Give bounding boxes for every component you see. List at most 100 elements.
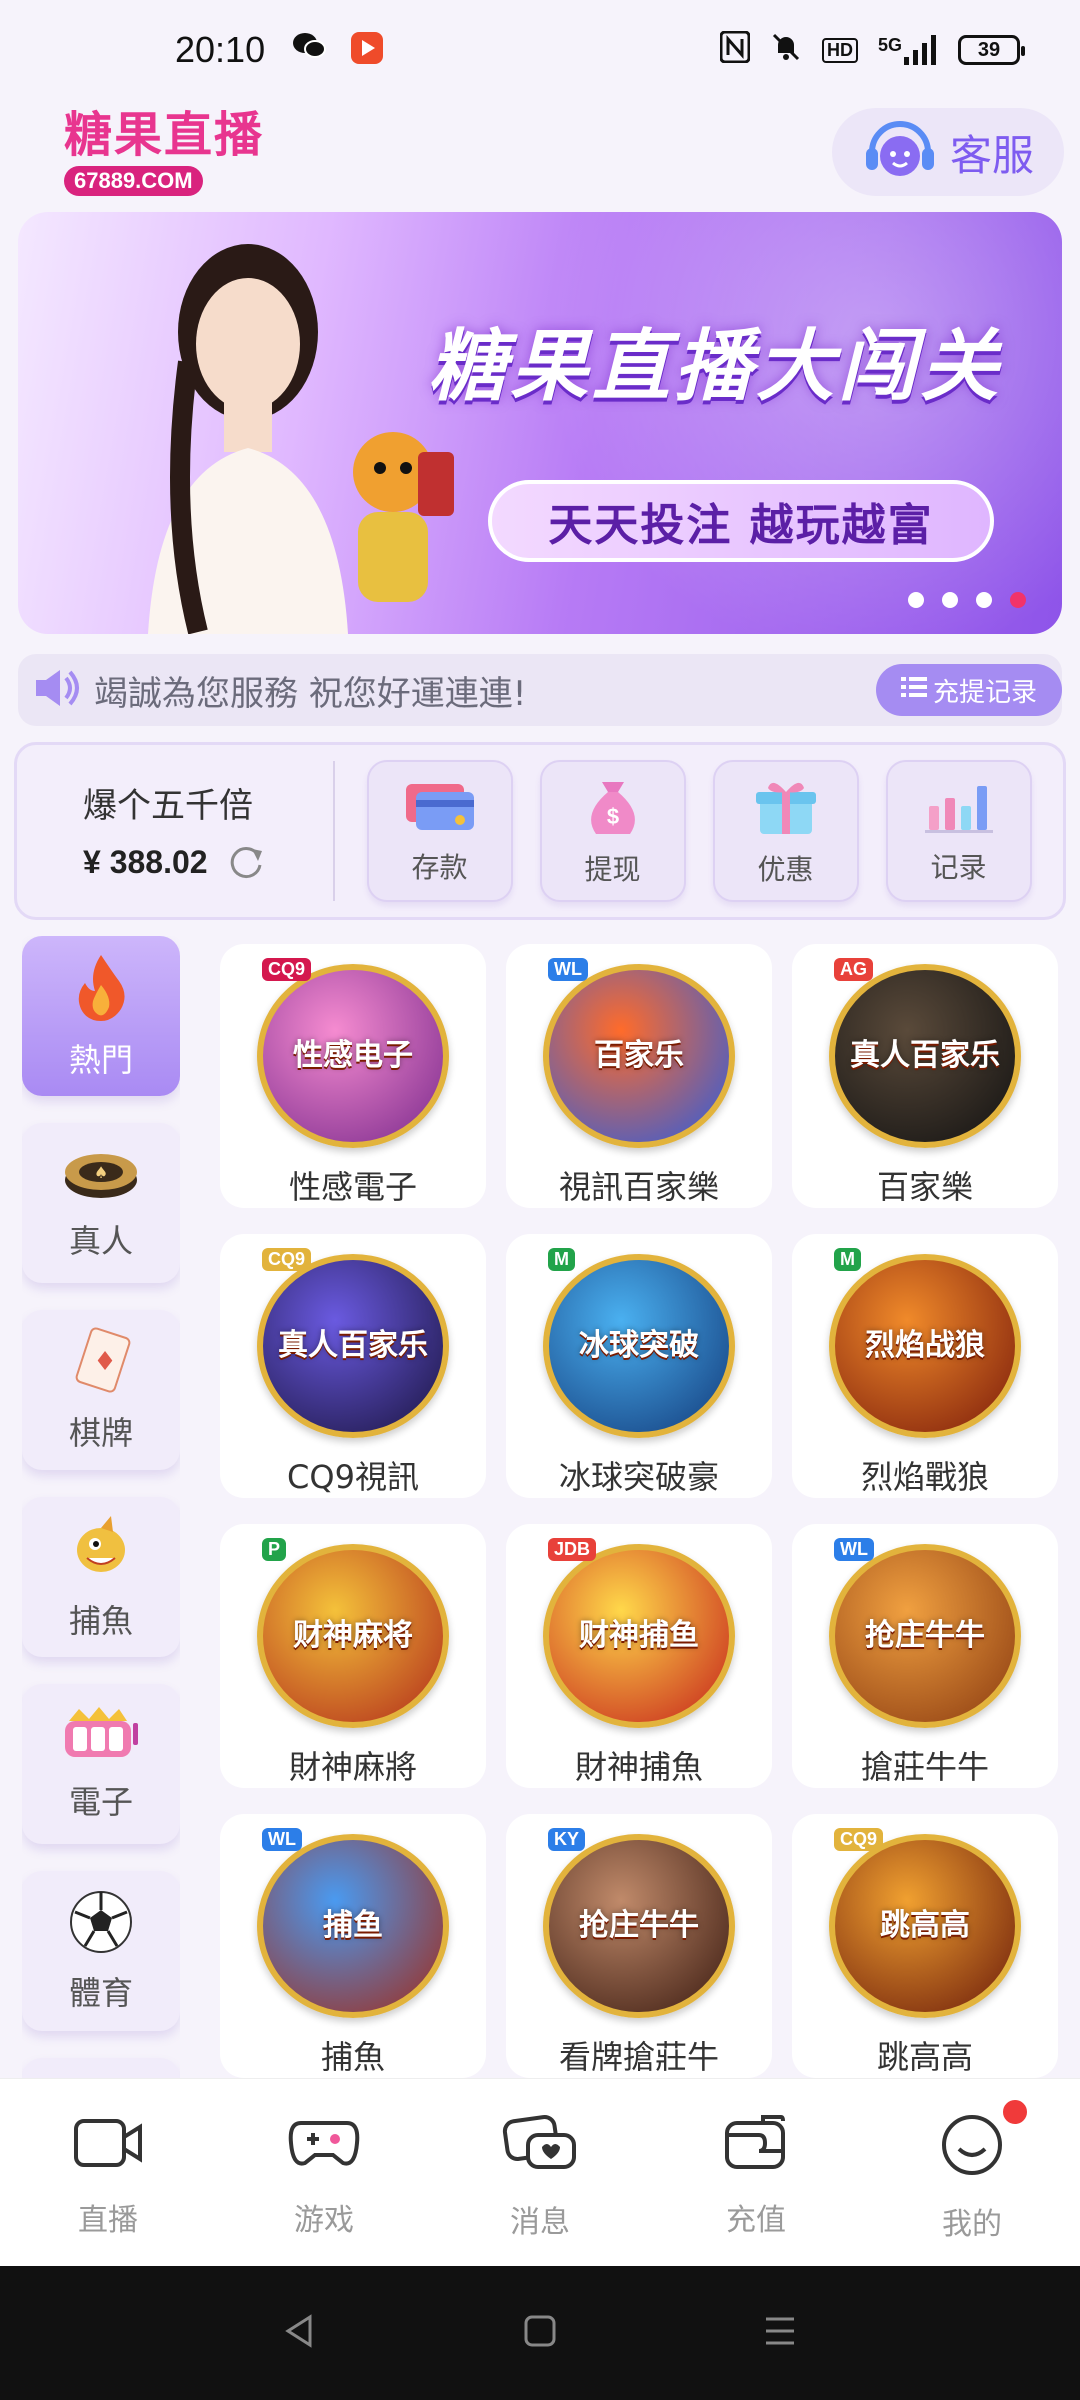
game-thumbnail: 抢庄牛牛 (543, 1834, 735, 2018)
game-card[interactable]: 烈焰战狼 M 烈焰戰狼 (792, 1234, 1058, 1498)
customer-service-label: 客服 (949, 130, 1034, 180)
category-cards[interactable]: ♦ 棋牌 (22, 1310, 180, 1470)
game-art-title: 财神捕鱼 (579, 1618, 699, 1653)
game-thumbnail: 百家乐 (543, 964, 735, 1148)
promotions-button[interactable]: 优惠 (712, 760, 859, 902)
recents-icon[interactable] (760, 2311, 800, 2355)
banner-dot[interactable] (908, 592, 924, 608)
logo-title: 糖果直播 (64, 107, 265, 163)
home-icon[interactable] (520, 2311, 560, 2355)
banner-tiger-mascot (353, 432, 454, 602)
refresh-icon[interactable] (226, 841, 266, 885)
fire-icon (69, 951, 133, 1027)
banner-tagline: 天天投注 越玩越富 (488, 480, 994, 562)
profile-icon (939, 2113, 1005, 2181)
category-label: 棋牌 (68, 1414, 133, 1452)
category-label: 電子 (68, 1783, 133, 1821)
category-live[interactable]: ♠ 真人 (22, 1123, 180, 1283)
wechat-icon (291, 30, 327, 70)
soccer-icon (67, 1888, 135, 1960)
provider-badge: P (262, 1538, 287, 1561)
wallet-panel: 爆个五千倍 ¥ 388.02 存款 $ 提现 优惠 记录 (14, 742, 1066, 920)
game-art-title: 冰球突破 (579, 1328, 699, 1363)
game-name: 看牌搶莊牛 (558, 2038, 719, 2076)
withdraw-button[interactable]: $ 提现 (539, 760, 686, 902)
banner-pagination[interactable] (908, 592, 1026, 608)
list-icon (900, 675, 927, 705)
tab-live[interactable]: 直播 (0, 2079, 216, 2266)
game-card[interactable]: 抢庄牛牛 WL 搶莊牛牛 (792, 1524, 1058, 1788)
tab-profile[interactable]: 我的 (864, 2079, 1080, 2266)
app-logo[interactable]: 糖果直播 67889.COM (64, 104, 284, 196)
game-thumbnail: 跳高高 (829, 1834, 1021, 2018)
bottom-tab-bar: 直播 游戏 消息 充值 我的 (0, 2078, 1080, 2266)
game-card[interactable]: 真人百家乐 AG 百家樂 (792, 944, 1058, 1208)
provider-badge: JDB (548, 1538, 597, 1561)
balance-section: 爆个五千倍 ¥ 388.02 (17, 761, 335, 901)
card-icon: ♦ (69, 1326, 133, 1400)
deposit-button[interactable]: 存款 (366, 760, 513, 902)
category-more[interactable] (22, 2058, 180, 2078)
banner-dot[interactable] (976, 592, 992, 608)
game-thumbnail: 抢庄牛牛 (829, 1544, 1021, 1728)
promotions-label: 优惠 (757, 853, 814, 886)
provider-badge: AG (834, 958, 873, 981)
provider-badge: CQ9 (834, 1828, 884, 1851)
gamepad-icon (287, 2113, 361, 2177)
tab-recharge[interactable]: 充值 (648, 2079, 864, 2266)
deposit-label: 存款 (411, 851, 468, 884)
tab-messages[interactable]: 消息 (432, 2079, 648, 2266)
balance-amount: ¥ 388.02 (83, 844, 208, 880)
category-sports[interactable]: 體育 (22, 1871, 180, 2031)
records-label: 记录 (930, 851, 987, 884)
game-card[interactable]: 真人百家乐 CQ9 CQ9視訊 (220, 1234, 486, 1498)
game-art-title: 财神麻将 (293, 1618, 413, 1653)
game-name: 烈焰戰狼 (860, 1458, 989, 1496)
customer-service-button[interactable]: 客服 (832, 108, 1064, 196)
game-thumbnail: 烈焰战狼 (829, 1254, 1021, 1438)
provider-badge: CQ9 (262, 1248, 312, 1271)
category-fishing[interactable]: 捕魚 (22, 1497, 180, 1657)
game-name: 財神麻將 (288, 1748, 417, 1786)
provider-badge: WL (262, 1828, 302, 1851)
nfc-icon (719, 30, 751, 70)
category-slots[interactable]: 電子 (22, 1684, 180, 1844)
game-card[interactable]: 捕鱼 WL 捕魚 (220, 1814, 486, 2078)
chat-icon (502, 2113, 578, 2179)
game-card[interactable]: 抢庄牛牛 KY 看牌搶莊牛 (506, 1814, 772, 2078)
game-thumbnail: 真人百家乐 (829, 964, 1021, 1148)
game-card[interactable]: 财神麻将 P 財神麻將 (220, 1524, 486, 1788)
money-bag-icon: $ (578, 774, 648, 842)
game-art-title: 抢庄牛牛 (865, 1618, 985, 1653)
game-thumbnail: 真人百家乐 (257, 1254, 449, 1438)
bar-chart-icon (923, 776, 995, 840)
deposit-withdraw-record-button[interactable]: 充提记录 (876, 664, 1062, 716)
category-hot[interactable]: 熱門 (22, 936, 180, 1096)
promo-banner[interactable]: 糖果直播大闯关 天天投注 越玩越富 (18, 212, 1062, 634)
fish-icon (65, 1512, 137, 1588)
game-card[interactable]: 跳高高 CQ9 跳高高 (792, 1814, 1058, 2078)
game-card[interactable]: 财神捕鱼 JDB 財神捕魚 (506, 1524, 772, 1788)
hd-icon: HD (821, 37, 858, 63)
tab-games[interactable]: 游戏 (216, 2079, 432, 2266)
category-label: 熱門 (68, 1041, 133, 1079)
provider-badge: WL (834, 1538, 874, 1561)
game-art-title: 跳高高 (880, 1908, 970, 1943)
category-label: 體育 (68, 1974, 133, 2012)
records-button[interactable]: 记录 (885, 760, 1032, 902)
category-label: 真人 (68, 1222, 133, 1260)
game-thumbnail: 捕鱼 (257, 1834, 449, 2018)
card-icon (402, 776, 478, 840)
game-card[interactable]: 冰球突破 M 冰球突破豪 (506, 1234, 772, 1498)
banner-dot[interactable] (942, 592, 958, 608)
game-name: 冰球突破豪 (558, 1458, 719, 1496)
game-grid: 性感电子 CQ9 性感電子 百家乐 WL 視訊百家樂 真人百家乐 AG 百家樂 真人百家乐 CQ9 C… (220, 944, 1060, 2078)
game-card[interactable]: 百家乐 WL 視訊百家樂 (506, 944, 772, 1208)
provider-badge: CQ9 (262, 958, 312, 981)
back-icon[interactable] (280, 2311, 320, 2355)
status-bar: 20:10 HD 5G 39 (0, 0, 1080, 100)
game-card[interactable]: 性感电子 CQ9 性感電子 (220, 944, 486, 1208)
banner-dot-active[interactable] (1010, 592, 1026, 608)
announcement-bar[interactable]: 竭誠為您服務 祝您好運連連! 充提记录 (18, 654, 1062, 726)
tab-label: 直播 (78, 2203, 138, 2238)
